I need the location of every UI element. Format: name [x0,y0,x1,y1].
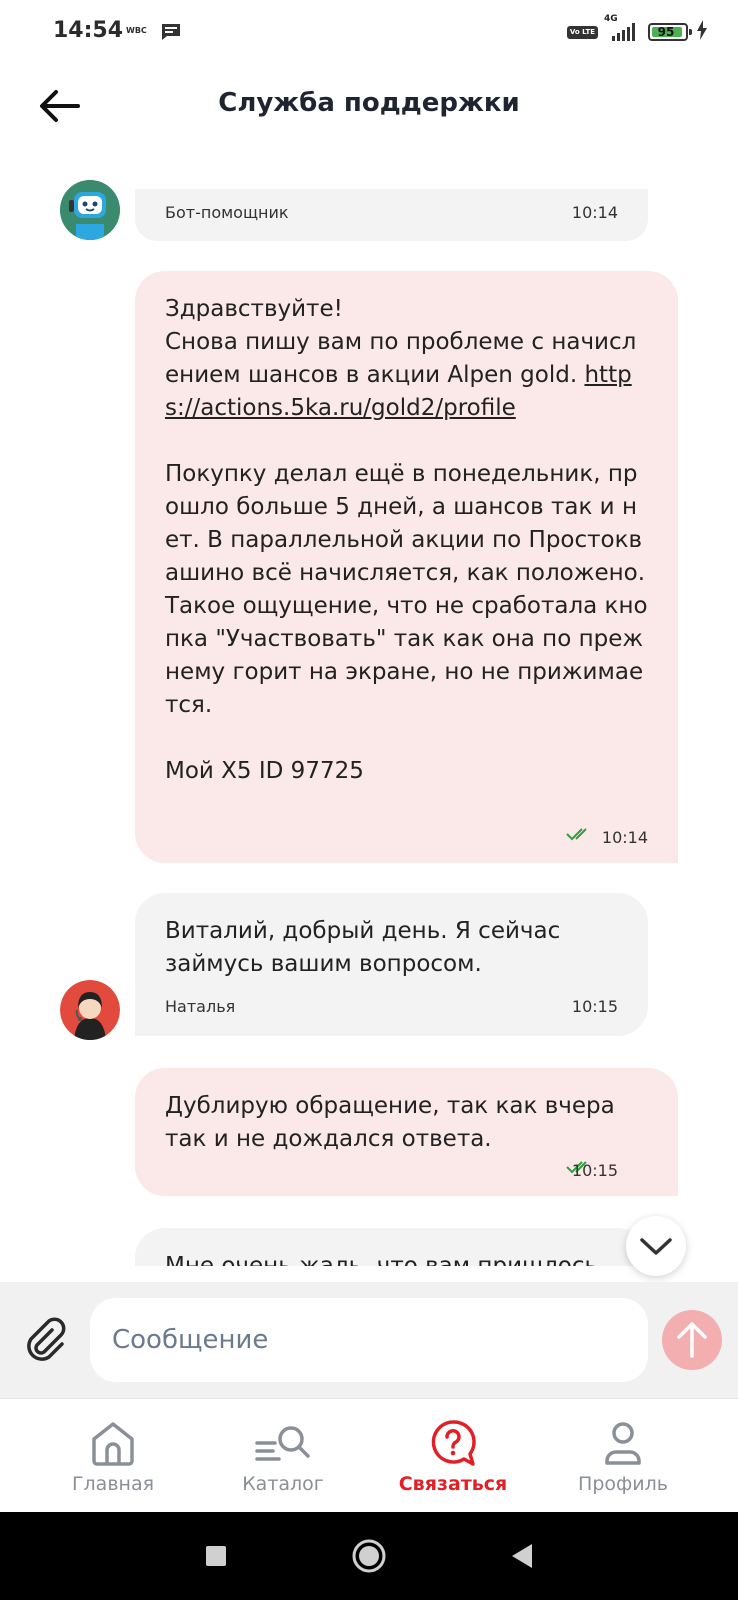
page-title: Служба поддержки [218,88,520,118]
nav-item-contact[interactable]: Связаться [368,1399,538,1513]
bottom-navigation: Главная Каталог Связаться Профиль [0,1398,738,1513]
profile-icon [605,1422,641,1465]
message-time: 10:15 [571,997,618,1016]
operator-avatar [60,980,120,1040]
message-text: Виталий, добрый день. Я сейчас займусь в… [165,918,568,977]
message-text: Дублирую обращение, так как вчера так и … [165,1093,623,1152]
scroll-down-button[interactable] [626,1216,686,1276]
battery-level: 95 [657,25,675,39]
message-bubble-outgoing: Дублирую обращение, так как вчера так и … [135,1068,678,1196]
volte-icon: Vo LTE [566,25,598,39]
bot-avatar [60,180,120,240]
header: Служба поддержки [0,64,738,148]
nav-item-profile[interactable]: Профиль [538,1399,708,1513]
triangle-back-icon [512,1544,532,1568]
message-notification-icon [160,22,182,46]
nav-item-catalog[interactable]: Каталог [198,1399,368,1513]
arrow-up-icon [677,1322,707,1358]
status-bar: 14:54 WBC Vo LTE 4G 95 [0,0,738,64]
read-checkmarks-icon [566,826,592,845]
message-bubble-outgoing: Здравствуйте! Снова пишу вам по проблеме… [135,271,678,863]
message-sender: Бот-помощник [165,203,289,222]
message-time: 10:14 [571,203,618,222]
help-chat-icon [431,1420,476,1466]
message-bubble-incoming: Виталий, добрый день. Я сейчас займусь в… [135,893,648,1036]
nav-item-home[interactable]: Главная [28,1399,198,1513]
message-composer [0,1282,738,1398]
back-system-button[interactable] [500,1534,544,1578]
send-button[interactable] [662,1310,722,1370]
message-sender: Наталья [165,997,236,1016]
catalog-search-icon [255,1426,310,1461]
status-time: 14:54 [53,18,124,43]
message-input[interactable] [90,1298,648,1382]
circle-icon [352,1539,386,1573]
message-text: Здравствуйте! Снова пишу вам по проблеме… [165,296,648,784]
message-time: 10:14 [601,828,648,847]
message-bubble-bot: Бот-помощник 10:14 [135,189,648,241]
status-carrier: WBC [126,26,147,35]
message-text: Мне очень жаль, что вам пришлось [165,1253,599,1266]
charging-icon [696,20,708,44]
network-type-label: 4G [604,14,618,24]
nav-label: Каталог [242,1473,324,1495]
chat-messages[interactable]: Бот-помощник 10:14 Здравствуйте! Снова п… [0,168,738,1266]
attach-button[interactable] [22,1316,68,1362]
chevron-down-icon [640,1238,672,1255]
nav-label: Связаться [398,1473,508,1495]
message-bubble-incoming: Мне очень жаль, что вам пришлось [135,1228,648,1266]
signal-icon: 4G [604,14,640,42]
home-icon [92,1422,134,1466]
paperclip-icon [27,1317,66,1361]
nav-label: Профиль [578,1473,668,1495]
battery-icon: 95 [648,23,692,41]
status-icons: Vo LTE 4G 95 [566,14,708,44]
nav-label: Главная [71,1473,155,1495]
square-icon [206,1546,226,1566]
recent-apps-button[interactable] [194,1534,238,1578]
message-time: 10:15 [571,1161,618,1180]
system-navigation-bar [0,1512,738,1600]
home-system-button[interactable] [347,1534,391,1578]
